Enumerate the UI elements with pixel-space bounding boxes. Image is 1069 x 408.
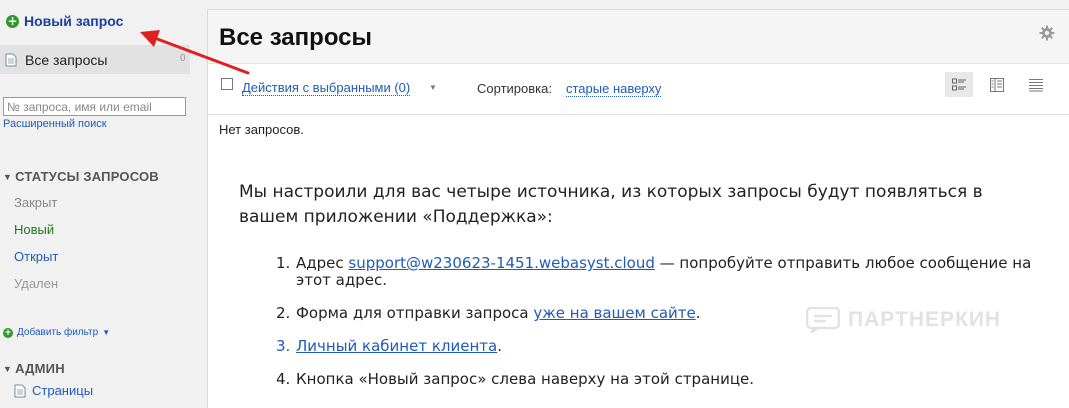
list-item: 4. Кнопка «Новый запрос» слева наверху на…	[276, 370, 755, 388]
section-title: СТАТУСЫ ЗАПРОСОВ	[15, 169, 159, 184]
view-split-button[interactable]	[983, 72, 1011, 97]
status-item-deleted[interactable]: Удален	[14, 276, 58, 291]
search-input[interactable]	[3, 97, 186, 116]
admin-section-header[interactable]: ▼ АДМИН	[3, 361, 65, 376]
onboarding-intro: Мы настроили для вас четыре источника, и…	[239, 182, 983, 227]
status-item-closed[interactable]: Закрыт	[14, 195, 57, 210]
sort-order-dropdown[interactable]: старые наверху	[566, 81, 662, 97]
collapse-triangle-icon: ▼	[3, 171, 13, 182]
add-filter-label: Добавить фильтр	[17, 327, 99, 338]
site-form-link[interactable]: уже на вашем сайте	[533, 304, 695, 322]
page-title: Все запросы	[219, 24, 372, 51]
chevron-down-icon[interactable]: ▼	[429, 83, 437, 92]
count-badge: 0	[180, 53, 186, 64]
sidebar-item-label: Все запросы	[25, 51, 108, 68]
sidebar-item-all-requests[interactable]: Все запросы 0	[0, 45, 190, 74]
watermark: ПАРТНЕРКИН	[806, 307, 1001, 333]
sidebar-item-label: Страницы	[32, 383, 94, 398]
compact-list-icon	[1029, 78, 1043, 91]
new-request-label: Новый запрос	[24, 13, 124, 29]
sidebar-item-pages[interactable]: Страницы	[14, 383, 93, 398]
support-email-link[interactable]: support@w230623-1451.webasyst.cloud	[348, 254, 654, 272]
collapse-triangle-icon: ▼	[3, 363, 13, 374]
toolbar: Действия с выбранными (0) ▼ Сортировка: …	[208, 64, 1069, 115]
section-title: АДМИН	[15, 361, 65, 376]
view-compact-button[interactable]	[1022, 72, 1050, 97]
sort-label: Сортировка:	[477, 81, 552, 96]
list-item: 1. Адрес support@w230623-1451.webasyst.cl…	[276, 254, 1032, 289]
plus-circle-icon: +	[6, 13, 19, 28]
gear-icon[interactable]	[1039, 25, 1055, 41]
status-item-open[interactable]: Открыт	[14, 249, 58, 264]
add-filter-button[interactable]: + Добавить фильтр ▼	[3, 327, 110, 338]
view-detailed-button[interactable]	[945, 72, 973, 97]
sidebar: + Новый запрос Все запросы 0 Расширенный…	[0, 0, 205, 407]
list-detailed-icon	[952, 78, 966, 90]
main-header: Все запросы	[208, 10, 1069, 64]
empty-state-text: Нет запросов.	[219, 122, 304, 137]
plus-circle-icon: +	[3, 327, 13, 338]
chevron-down-icon: ▼	[102, 328, 111, 337]
document-icon	[5, 53, 17, 66]
customer-account-link[interactable]: Личный кабинет клиента	[296, 337, 497, 355]
list-item: 3. Личный кабинет клиента.	[276, 337, 502, 355]
select-all-checkbox[interactable]	[221, 78, 233, 90]
new-request-button[interactable]: + Новый запрос	[6, 13, 123, 29]
watermark-text: ПАРТНЕРКИН	[848, 308, 1002, 331]
document-icon	[14, 384, 26, 397]
chat-bubble-icon	[806, 307, 840, 333]
status-item-new[interactable]: Новый	[14, 222, 54, 237]
statuses-section-header[interactable]: ▼ СТАТУСЫ ЗАПРОСОВ	[3, 169, 159, 184]
main-panel: Все запросы Действия с выбранными (0) ▼ …	[207, 9, 1069, 408]
split-view-icon	[990, 77, 1004, 92]
bulk-actions-dropdown[interactable]: Действия с выбранными (0)	[242, 80, 411, 96]
advanced-search-link[interactable]: Расширенный поиск	[3, 118, 107, 130]
